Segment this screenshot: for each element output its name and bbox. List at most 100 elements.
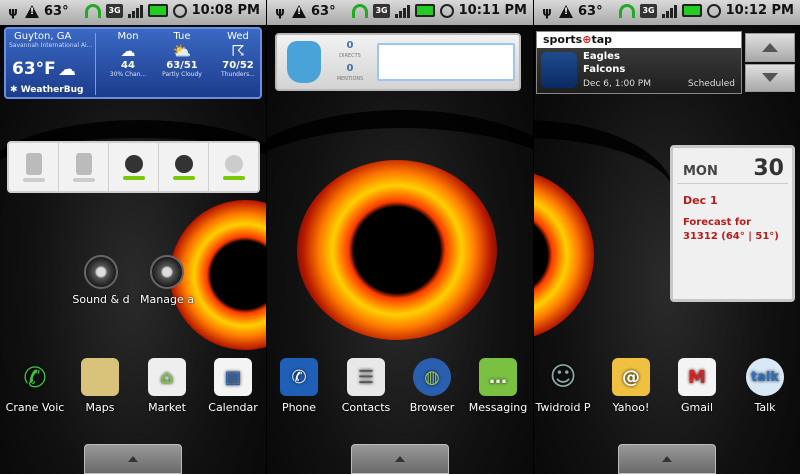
warning-icon: ! (292, 5, 306, 18)
weather-city: Guyton, GA (14, 31, 72, 42)
current-temp: 63°F (12, 59, 56, 79)
gmail-icon: M (678, 358, 716, 396)
previous-game-button[interactable] (745, 33, 795, 62)
brightness-toggle[interactable] (209, 143, 258, 191)
clock: 10:11 PM (458, 3, 527, 18)
settings-knob-icon (84, 255, 118, 289)
sportstap-logo: sports⊕tap (537, 32, 741, 48)
home-screen-right: ψ ! 63° 3G 10:12 PM sports⊕tap Eagles Fa… (534, 0, 800, 474)
next-game-button[interactable] (745, 63, 795, 92)
usb-icon: ψ (8, 4, 18, 19)
game-date: Dec 6, 1:00 PM (583, 79, 651, 89)
chevron-down-icon (762, 73, 778, 83)
calendar-widget[interactable]: MON 30 Dec 1 Forecast for 31312 (64° | 5… (670, 145, 795, 302)
cloudy-night-icon: ☁ (58, 59, 76, 80)
signal-icon (394, 4, 410, 18)
calendar-icon: ▦ (214, 358, 252, 396)
talk-icon: talk (746, 358, 784, 396)
mentions-label: MENTIONS (336, 76, 364, 82)
sportstap-nav (745, 33, 795, 92)
clock: 10:08 PM (191, 3, 260, 18)
chevron-up-icon (662, 456, 672, 462)
chevron-up-icon (128, 456, 138, 462)
clock: 10:12 PM (725, 3, 794, 18)
home-screen-left: ψ ! 63° 3G 10:08 PM Guyton, GA Savannah … (0, 0, 266, 474)
sync-icon (85, 3, 102, 18)
usb-icon: ψ (275, 4, 285, 19)
app-drawer-tab[interactable] (84, 444, 182, 474)
warning-icon: ! (559, 5, 573, 18)
thunderstorm-icon: ☈ (231, 42, 245, 60)
tweet-input[interactable] (377, 43, 515, 81)
forecast-day: Wed ☈ 70/52 Thunders... (210, 31, 266, 78)
bluetooth-icon (75, 152, 92, 175)
network-type: 3G (373, 3, 390, 18)
phone-icon: ✆ (280, 358, 318, 396)
chevron-up-icon (762, 42, 778, 52)
partly-cloudy-icon: ⛅ (172, 42, 192, 60)
network-type: 3G (640, 3, 657, 18)
rain-cloud-icon: ☁ (120, 42, 136, 60)
messaging-icon: … (479, 358, 517, 396)
app-drawer-tab[interactable] (351, 444, 449, 474)
status-bar: ψ ! 63° 3G 10:08 PM (0, 0, 266, 25)
eye-lashes (267, 110, 533, 310)
game-status: Scheduled (687, 79, 735, 89)
weatherbug-widget[interactable]: Guyton, GA Savannah International Ai... … (4, 27, 262, 99)
warning-icon: ! (25, 5, 39, 18)
manage-apps-shortcut[interactable]: Manage a (132, 255, 202, 306)
wifi-toggle[interactable] (9, 143, 59, 191)
sound-settings-shortcut[interactable]: Sound & d (66, 255, 136, 306)
home-screen-center: ψ ! 63° 3G 10:11 PM 0 DIRECTS 0 MENTIONS… (267, 0, 533, 474)
alarm-icon (706, 3, 721, 18)
brightness-icon (224, 154, 243, 173)
shortcut-label: Sound & d (72, 293, 130, 306)
battery-icon (147, 4, 168, 17)
alarm-icon (439, 3, 454, 18)
usb-icon: ψ (542, 4, 552, 19)
mentions-count: 0 (346, 63, 354, 74)
battery-level: 63° (311, 4, 336, 19)
globe-icon: ◍ (413, 358, 451, 396)
alarm-icon (172, 3, 187, 18)
eye-lashes (534, 120, 674, 270)
app-calendar[interactable]: ▦ Calendar (192, 358, 266, 414)
status-bar: ψ ! 63° 3G 10:11 PM (267, 0, 533, 25)
team-helmet-icon (541, 52, 577, 88)
sportstap-widget[interactable]: sports⊕tap Eagles Falcons Dec 6, 1:00 PM… (536, 31, 742, 94)
twidroid-mascot-icon (287, 41, 321, 83)
forecast-day: Mon ☁ 44 30% Chan... (100, 31, 156, 78)
gps-icon (124, 154, 143, 173)
sync-icon (352, 3, 369, 18)
app-messaging[interactable]: … Messaging (457, 358, 533, 414)
sync-toggle[interactable] (159, 143, 209, 191)
phone-voice-icon: ✆ (23, 360, 47, 394)
weather-station: Savannah International Ai... (9, 42, 93, 49)
gps-toggle[interactable] (109, 143, 159, 191)
contacts-icon: ☰ (347, 358, 385, 396)
battery-icon (681, 4, 702, 17)
app-drawer-tab[interactable] (618, 444, 716, 474)
battery-icon (414, 4, 435, 17)
bluetooth-toggle[interactable] (59, 143, 109, 191)
app-talk[interactable]: talk Talk (724, 358, 800, 414)
sync-icon (174, 154, 193, 173)
status-bar: ψ ! 63° 3G 10:12 PM (534, 0, 800, 25)
directs-count: 0 (346, 40, 354, 51)
signal-icon (127, 4, 143, 18)
twitter-widget[interactable]: 0 DIRECTS 0 MENTIONS (275, 33, 521, 91)
home-team: Eagles (583, 51, 620, 62)
chevron-up-icon (395, 456, 405, 462)
forecast-day: Tue ⛅ 63/51 Partly Cloudy (154, 31, 210, 78)
twidroid-icon: ☺ (549, 362, 577, 392)
wifi-icon (25, 152, 42, 175)
twitter-counts: 0 DIRECTS 0 MENTIONS (327, 41, 373, 87)
market-bag-icon: ⌂ (148, 358, 186, 396)
network-type: 3G (106, 3, 123, 18)
calendar-day-of-week: MON (683, 164, 718, 179)
calendar-event-date: Dec 1 (683, 194, 718, 207)
directs-label: DIRECTS (339, 53, 361, 59)
shortcut-label: Manage a (140, 293, 194, 306)
calendar-event-title: Forecast for 31312 (64° | 51°) (683, 217, 779, 242)
signal-icon (661, 4, 677, 18)
